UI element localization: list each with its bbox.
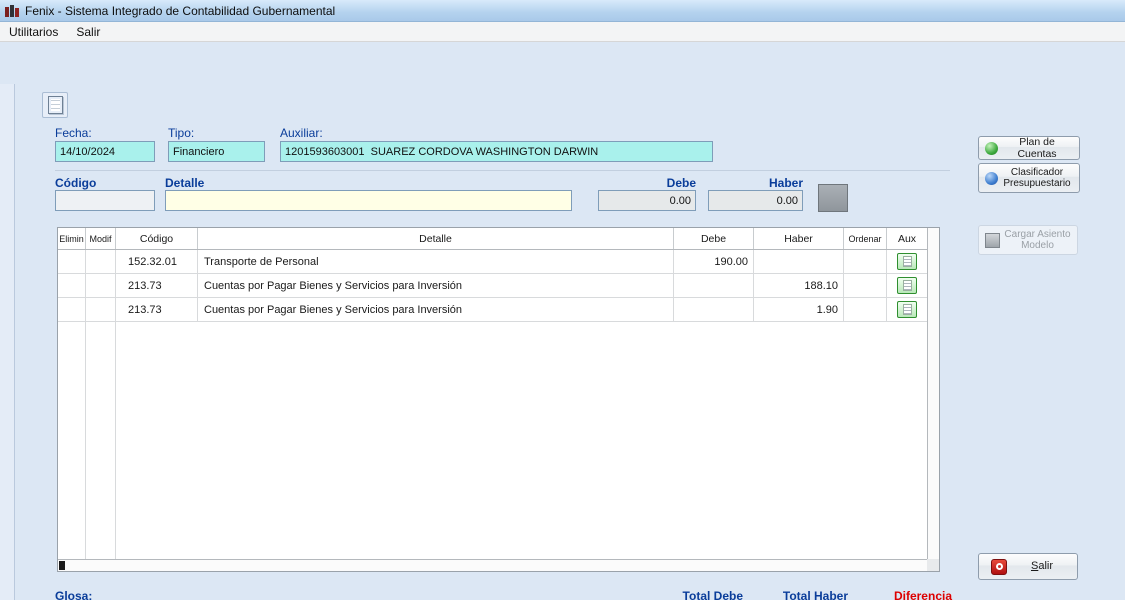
document-icon <box>903 280 912 291</box>
fecha-input[interactable] <box>55 141 155 162</box>
haber-input[interactable] <box>708 190 803 211</box>
debe-input[interactable] <box>598 190 696 211</box>
col-header-elimin[interactable]: Elimin <box>58 228 86 249</box>
codigo-input[interactable] <box>55 190 155 211</box>
table-row[interactable]: 213.73 Cuentas por Pagar Bienes y Servic… <box>58 274 927 298</box>
new-document-icon <box>48 96 63 114</box>
haber-label: Haber <box>708 176 803 190</box>
aux-document-button[interactable] <box>897 277 917 294</box>
plan-de-cuentas-icon <box>985 142 998 155</box>
app-icon <box>4 4 20 18</box>
col-header-detalle[interactable]: Detalle <box>198 228 674 249</box>
cell-codigo: 213.73 <box>116 298 198 322</box>
cargar-asiento-modelo-button[interactable]: Cargar Asiento Modelo <box>978 225 1078 255</box>
total-debe-label: Total Debe <box>648 589 743 600</box>
menu-bar: Utilitarios Salir <box>0 22 1125 42</box>
document-icon <box>903 256 912 267</box>
entry-action-button[interactable] <box>818 184 848 212</box>
col-header-modif[interactable]: Modif <box>86 228 116 249</box>
cell-detalle: Cuentas por Pagar Bienes y Servicios par… <box>198 274 674 298</box>
main-area: Fecha: Tipo: Auxiliar: Código Detalle De… <box>0 42 1125 600</box>
cell-modif[interactable] <box>86 298 116 322</box>
cell-elimin[interactable] <box>58 250 86 274</box>
cell-detalle: Cuentas por Pagar Bienes y Servicios par… <box>198 298 674 322</box>
auxiliar-input[interactable] <box>280 141 713 162</box>
grid-column-line <box>85 322 86 559</box>
scrollbar-corner <box>927 559 939 571</box>
application-window: Fenix - Sistema Integrado de Contabilida… <box>0 0 1125 600</box>
cell-aux <box>887 298 927 322</box>
title-bar[interactable]: Fenix - Sistema Integrado de Contabilida… <box>0 0 1125 22</box>
cell-detalle: Transporte de Personal <box>198 250 674 274</box>
cell-modif[interactable] <box>86 274 116 298</box>
cell-debe <box>674 298 754 322</box>
menu-item-salir[interactable]: Salir <box>67 23 109 41</box>
cell-codigo: 213.73 <box>116 274 198 298</box>
entries-grid: Elimin Modif Código Detalle Debe Haber O… <box>57 227 940 572</box>
salir-button-label: Salir <box>1013 560 1071 573</box>
cell-modif[interactable] <box>86 250 116 274</box>
cell-debe: 190.00 <box>674 250 754 274</box>
salir-button[interactable]: Salir <box>978 553 1078 580</box>
table-row[interactable]: 152.32.01 Transporte de Personal 190.00 <box>58 250 927 274</box>
glosa-label: Glosa: <box>55 589 92 600</box>
clasificador-icon <box>985 172 998 185</box>
grid-empty-area <box>58 322 927 559</box>
clasificador-label: Clasificador Presupuestario <box>1001 167 1073 190</box>
cargar-asiento-label: Cargar Asiento Modelo <box>1004 229 1071 252</box>
total-haber-label: Total Haber <box>753 589 848 600</box>
cell-haber: 1.90 <box>754 298 844 322</box>
detalle-label: Detalle <box>165 176 204 190</box>
detalle-input[interactable] <box>165 190 572 211</box>
app-icon-part <box>15 8 19 17</box>
left-dock-strip <box>0 84 15 600</box>
cell-ordenar <box>844 250 887 274</box>
horizontal-scrollbar[interactable] <box>58 559 927 571</box>
menu-item-utilitarios[interactable]: Utilitarios <box>0 23 67 41</box>
grid-column-line <box>115 322 116 559</box>
app-icon-part <box>5 7 9 17</box>
tipo-label: Tipo: <box>168 126 194 140</box>
grid-header: Elimin Modif Código Detalle Debe Haber O… <box>58 228 927 250</box>
cell-haber: 188.10 <box>754 274 844 298</box>
cell-elimin[interactable] <box>58 298 86 322</box>
col-header-codigo[interactable]: Código <box>116 228 198 249</box>
cell-ordenar <box>844 298 887 322</box>
grid-inner: Elimin Modif Código Detalle Debe Haber O… <box>58 228 927 559</box>
app-icon-part <box>10 5 14 17</box>
power-icon-ring <box>996 563 1003 570</box>
cell-debe <box>674 274 754 298</box>
col-header-debe[interactable]: Debe <box>674 228 754 249</box>
cell-codigo: 152.32.01 <box>116 250 198 274</box>
cell-aux <box>887 274 927 298</box>
table-row[interactable]: 213.73 Cuentas por Pagar Bienes y Servic… <box>58 298 927 322</box>
horizontal-scrollbar-thumb[interactable] <box>59 561 65 570</box>
cell-aux <box>887 250 927 274</box>
cell-haber <box>754 250 844 274</box>
diferencia-label: Diferencia <box>855 589 952 600</box>
cargar-asiento-icon <box>985 233 1000 248</box>
fecha-label: Fecha: <box>55 126 92 140</box>
aux-document-button[interactable] <box>897 253 917 270</box>
debe-label: Debe <box>598 176 696 190</box>
power-icon <box>991 559 1007 575</box>
vertical-scrollbar[interactable] <box>927 228 939 559</box>
window-title: Fenix - Sistema Integrado de Contabilida… <box>25 4 335 18</box>
document-icon <box>903 304 912 315</box>
new-document-button[interactable] <box>42 92 68 118</box>
tipo-input[interactable] <box>168 141 265 162</box>
form-divider <box>55 170 950 171</box>
col-header-aux[interactable]: Aux <box>887 228 927 249</box>
cell-ordenar <box>844 274 887 298</box>
plan-de-cuentas-label: Plan de Cuentas <box>1001 136 1073 160</box>
codigo-label: Código <box>55 176 96 190</box>
clasificador-presupuestario-button[interactable]: Clasificador Presupuestario <box>978 163 1080 193</box>
plan-de-cuentas-button[interactable]: Plan de Cuentas <box>978 136 1080 160</box>
aux-document-button[interactable] <box>897 301 917 318</box>
col-header-haber[interactable]: Haber <box>754 228 844 249</box>
col-header-ordenar[interactable]: Ordenar <box>844 228 887 249</box>
cell-elimin[interactable] <box>58 274 86 298</box>
auxiliar-label: Auxiliar: <box>280 126 323 140</box>
